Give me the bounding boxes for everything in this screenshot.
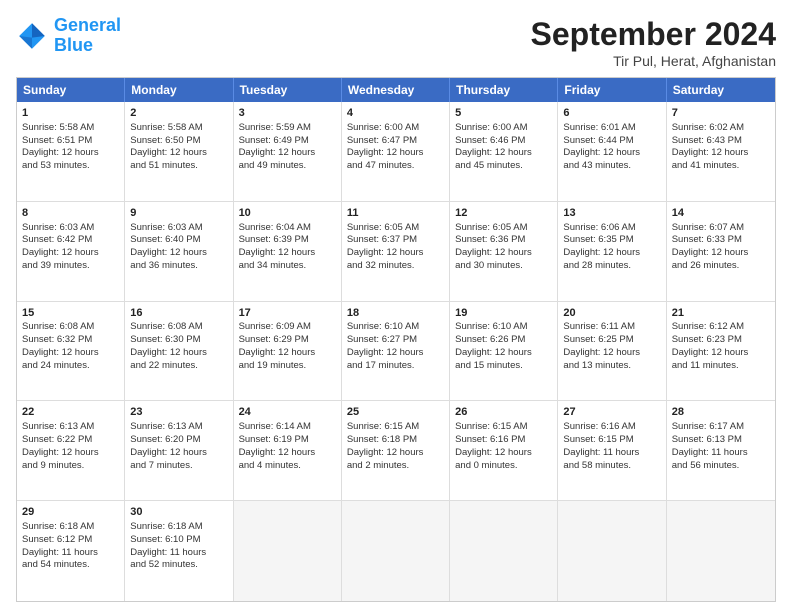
day-28: 28Sunrise: 6:17 AMSunset: 6:13 PMDayligh… <box>667 401 775 500</box>
calendar-body: 1Sunrise: 5:58 AMSunset: 6:51 PMDaylight… <box>17 102 775 601</box>
day-8: 8Sunrise: 6:03 AMSunset: 6:42 PMDaylight… <box>17 202 125 301</box>
day-27: 27Sunrise: 6:16 AMSunset: 6:15 PMDayligh… <box>558 401 666 500</box>
header-wednesday: Wednesday <box>342 78 450 102</box>
logo-line1: General <box>54 15 121 35</box>
day-13: 13Sunrise: 6:06 AMSunset: 6:35 PMDayligh… <box>558 202 666 301</box>
week-row-1: 1Sunrise: 5:58 AMSunset: 6:51 PMDaylight… <box>17 102 775 202</box>
day-15: 15Sunrise: 6:08 AMSunset: 6:32 PMDayligh… <box>17 302 125 401</box>
day-22: 22Sunrise: 6:13 AMSunset: 6:22 PMDayligh… <box>17 401 125 500</box>
header: General Blue September 2024 Tir Pul, Her… <box>16 16 776 69</box>
week-row-2: 8Sunrise: 6:03 AMSunset: 6:42 PMDaylight… <box>17 202 775 302</box>
day-5: 5Sunrise: 6:00 AMSunset: 6:46 PMDaylight… <box>450 102 558 201</box>
calendar-title: September 2024 <box>531 16 776 53</box>
empty-5 <box>667 501 775 601</box>
day-24: 24Sunrise: 6:14 AMSunset: 6:19 PMDayligh… <box>234 401 342 500</box>
week-row-3: 15Sunrise: 6:08 AMSunset: 6:32 PMDayligh… <box>17 302 775 402</box>
header-sunday: Sunday <box>17 78 125 102</box>
header-tuesday: Tuesday <box>234 78 342 102</box>
page: General Blue September 2024 Tir Pul, Her… <box>0 0 792 612</box>
day-20: 20Sunrise: 6:11 AMSunset: 6:25 PMDayligh… <box>558 302 666 401</box>
day-18: 18Sunrise: 6:10 AMSunset: 6:27 PMDayligh… <box>342 302 450 401</box>
day-19: 19Sunrise: 6:10 AMSunset: 6:26 PMDayligh… <box>450 302 558 401</box>
day-14: 14Sunrise: 6:07 AMSunset: 6:33 PMDayligh… <box>667 202 775 301</box>
title-block: September 2024 Tir Pul, Herat, Afghanist… <box>531 16 776 69</box>
week-row-5: 29Sunrise: 6:18 AMSunset: 6:12 PMDayligh… <box>17 501 775 601</box>
day-23: 23Sunrise: 6:13 AMSunset: 6:20 PMDayligh… <box>125 401 233 500</box>
day-3: 3Sunrise: 5:59 AMSunset: 6:49 PMDaylight… <box>234 102 342 201</box>
day-4: 4Sunrise: 6:00 AMSunset: 6:47 PMDaylight… <box>342 102 450 201</box>
day-26: 26Sunrise: 6:15 AMSunset: 6:16 PMDayligh… <box>450 401 558 500</box>
day-17: 17Sunrise: 6:09 AMSunset: 6:29 PMDayligh… <box>234 302 342 401</box>
week-row-4: 22Sunrise: 6:13 AMSunset: 6:22 PMDayligh… <box>17 401 775 501</box>
calendar: Sunday Monday Tuesday Wednesday Thursday… <box>16 77 776 602</box>
header-monday: Monday <box>125 78 233 102</box>
header-thursday: Thursday <box>450 78 558 102</box>
header-friday: Friday <box>558 78 666 102</box>
day-11: 11Sunrise: 6:05 AMSunset: 6:37 PMDayligh… <box>342 202 450 301</box>
logo-line2: Blue <box>54 35 93 55</box>
header-saturday: Saturday <box>667 78 775 102</box>
logo: General Blue <box>16 16 121 56</box>
logo-text: General Blue <box>54 16 121 56</box>
day-2: 2Sunrise: 5:58 AMSunset: 6:50 PMDaylight… <box>125 102 233 201</box>
empty-4 <box>558 501 666 601</box>
calendar-subtitle: Tir Pul, Herat, Afghanistan <box>531 53 776 69</box>
day-21: 21Sunrise: 6:12 AMSunset: 6:23 PMDayligh… <box>667 302 775 401</box>
empty-3 <box>450 501 558 601</box>
day-30: 30Sunrise: 6:18 AMSunset: 6:10 PMDayligh… <box>125 501 233 601</box>
day-9: 9Sunrise: 6:03 AMSunset: 6:40 PMDaylight… <box>125 202 233 301</box>
day-7: 7Sunrise: 6:02 AMSunset: 6:43 PMDaylight… <box>667 102 775 201</box>
day-16: 16Sunrise: 6:08 AMSunset: 6:30 PMDayligh… <box>125 302 233 401</box>
day-6: 6Sunrise: 6:01 AMSunset: 6:44 PMDaylight… <box>558 102 666 201</box>
day-25: 25Sunrise: 6:15 AMSunset: 6:18 PMDayligh… <box>342 401 450 500</box>
empty-2 <box>342 501 450 601</box>
calendar-header: Sunday Monday Tuesday Wednesday Thursday… <box>17 78 775 102</box>
day-10: 10Sunrise: 6:04 AMSunset: 6:39 PMDayligh… <box>234 202 342 301</box>
day-29: 29Sunrise: 6:18 AMSunset: 6:12 PMDayligh… <box>17 501 125 601</box>
day-12: 12Sunrise: 6:05 AMSunset: 6:36 PMDayligh… <box>450 202 558 301</box>
empty-1 <box>234 501 342 601</box>
logo-icon <box>16 20 48 52</box>
day-1: 1Sunrise: 5:58 AMSunset: 6:51 PMDaylight… <box>17 102 125 201</box>
